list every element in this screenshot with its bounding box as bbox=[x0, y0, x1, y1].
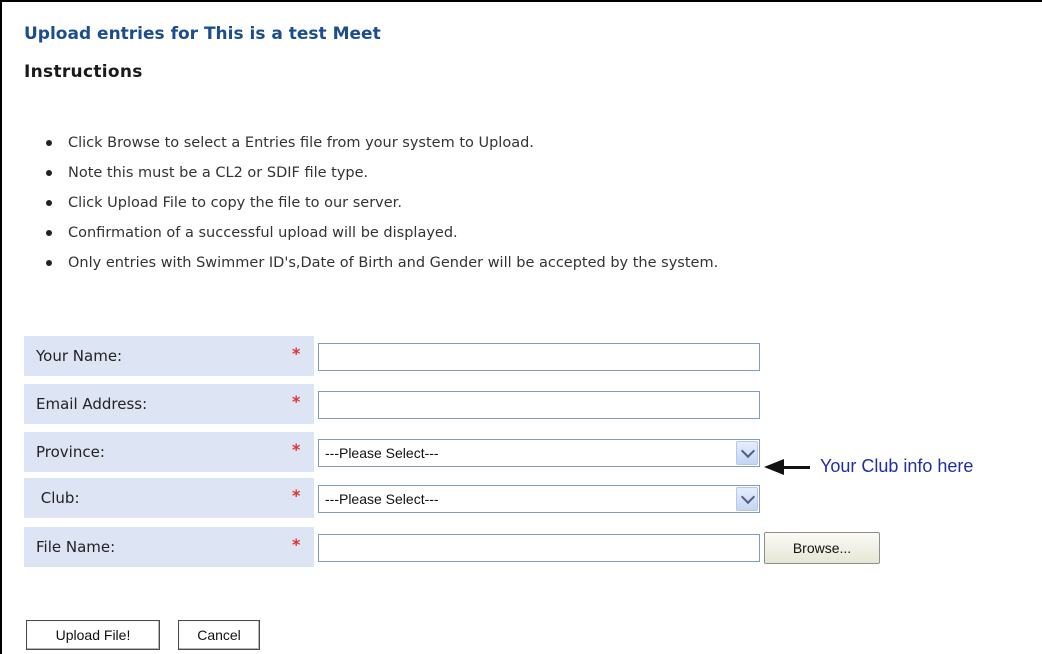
club-select[interactable]: ---Please Select--- bbox=[318, 485, 760, 513]
arrow-shaft bbox=[782, 466, 810, 469]
form-row-email: Email Address: * bbox=[24, 384, 884, 424]
chevron-down-icon bbox=[740, 443, 756, 459]
club-dropdown-button[interactable] bbox=[736, 487, 758, 511]
form-row-file-name: File Name: * Browse... bbox=[24, 527, 884, 567]
instruction-text: Click Upload File to copy the file to ou… bbox=[68, 195, 402, 211]
upload-file-button[interactable]: Upload File! bbox=[26, 620, 160, 650]
instruction-text: Confirmation of a successful upload will… bbox=[68, 225, 458, 241]
required-marker: * bbox=[292, 486, 301, 505]
file-name-label: File Name: bbox=[36, 538, 116, 556]
email-input[interactable] bbox=[318, 391, 760, 419]
email-label: Email Address: bbox=[36, 395, 148, 413]
province-dropdown-button[interactable] bbox=[736, 441, 758, 465]
required-marker: * bbox=[292, 440, 301, 459]
province-label: Province: bbox=[36, 443, 105, 461]
label-cell: Province: * bbox=[24, 432, 314, 472]
instruction-item: Note this must be a CL2 or SDIF file typ… bbox=[44, 158, 718, 188]
label-cell: Club: * bbox=[24, 478, 314, 518]
bullet-icon bbox=[46, 260, 52, 266]
label-cell: Your Name: * bbox=[24, 336, 314, 376]
instruction-text: Only entries with Swimmer ID's,Date of B… bbox=[68, 255, 719, 271]
form-row-club: Club: * ---Please Select--- bbox=[24, 478, 884, 518]
bullet-icon bbox=[46, 140, 52, 146]
instruction-text: Click Browse to select a Entries file fr… bbox=[68, 135, 534, 151]
chevron-down-icon bbox=[740, 489, 756, 505]
club-label: Club: bbox=[36, 489, 80, 507]
label-cell: Email Address: * bbox=[24, 384, 314, 424]
instruction-item: Confirmation of a successful upload will… bbox=[44, 218, 718, 248]
file-name-input[interactable] bbox=[318, 534, 760, 562]
bullet-icon bbox=[46, 170, 52, 176]
cancel-button[interactable]: Cancel bbox=[178, 620, 260, 650]
annotation-text: Your Club info here bbox=[820, 456, 974, 476]
instructions-list: Click Browse to select a Entries file fr… bbox=[44, 128, 718, 278]
form-row-province: Province: * ---Please Select--- bbox=[24, 432, 884, 472]
club-selected-value: ---Please Select--- bbox=[325, 491, 439, 507]
browse-button[interactable]: Browse... bbox=[764, 532, 880, 564]
your-name-input[interactable] bbox=[318, 343, 760, 371]
form-row-your-name: Your Name: * bbox=[24, 336, 884, 376]
arrow-left-icon bbox=[764, 459, 784, 475]
your-name-label: Your Name: bbox=[36, 347, 123, 365]
page-title: Upload entries for This is a test Meet bbox=[24, 24, 381, 44]
required-marker: * bbox=[292, 392, 301, 411]
province-selected-value: ---Please Select--- bbox=[325, 445, 439, 461]
bullet-icon bbox=[46, 200, 52, 206]
required-marker: * bbox=[292, 344, 301, 363]
instruction-item: Click Upload File to copy the file to ou… bbox=[44, 188, 718, 218]
required-marker: * bbox=[292, 535, 301, 554]
label-cell: File Name: * bbox=[24, 527, 314, 567]
province-select[interactable]: ---Please Select--- bbox=[318, 439, 760, 467]
instruction-item: Click Browse to select a Entries file fr… bbox=[44, 128, 718, 158]
bullet-icon bbox=[46, 230, 52, 236]
instruction-text: Note this must be a CL2 or SDIF file typ… bbox=[68, 165, 369, 181]
instructions-heading: Instructions bbox=[24, 62, 143, 82]
instruction-item: Only entries with Swimmer ID's,Date of B… bbox=[44, 248, 718, 278]
